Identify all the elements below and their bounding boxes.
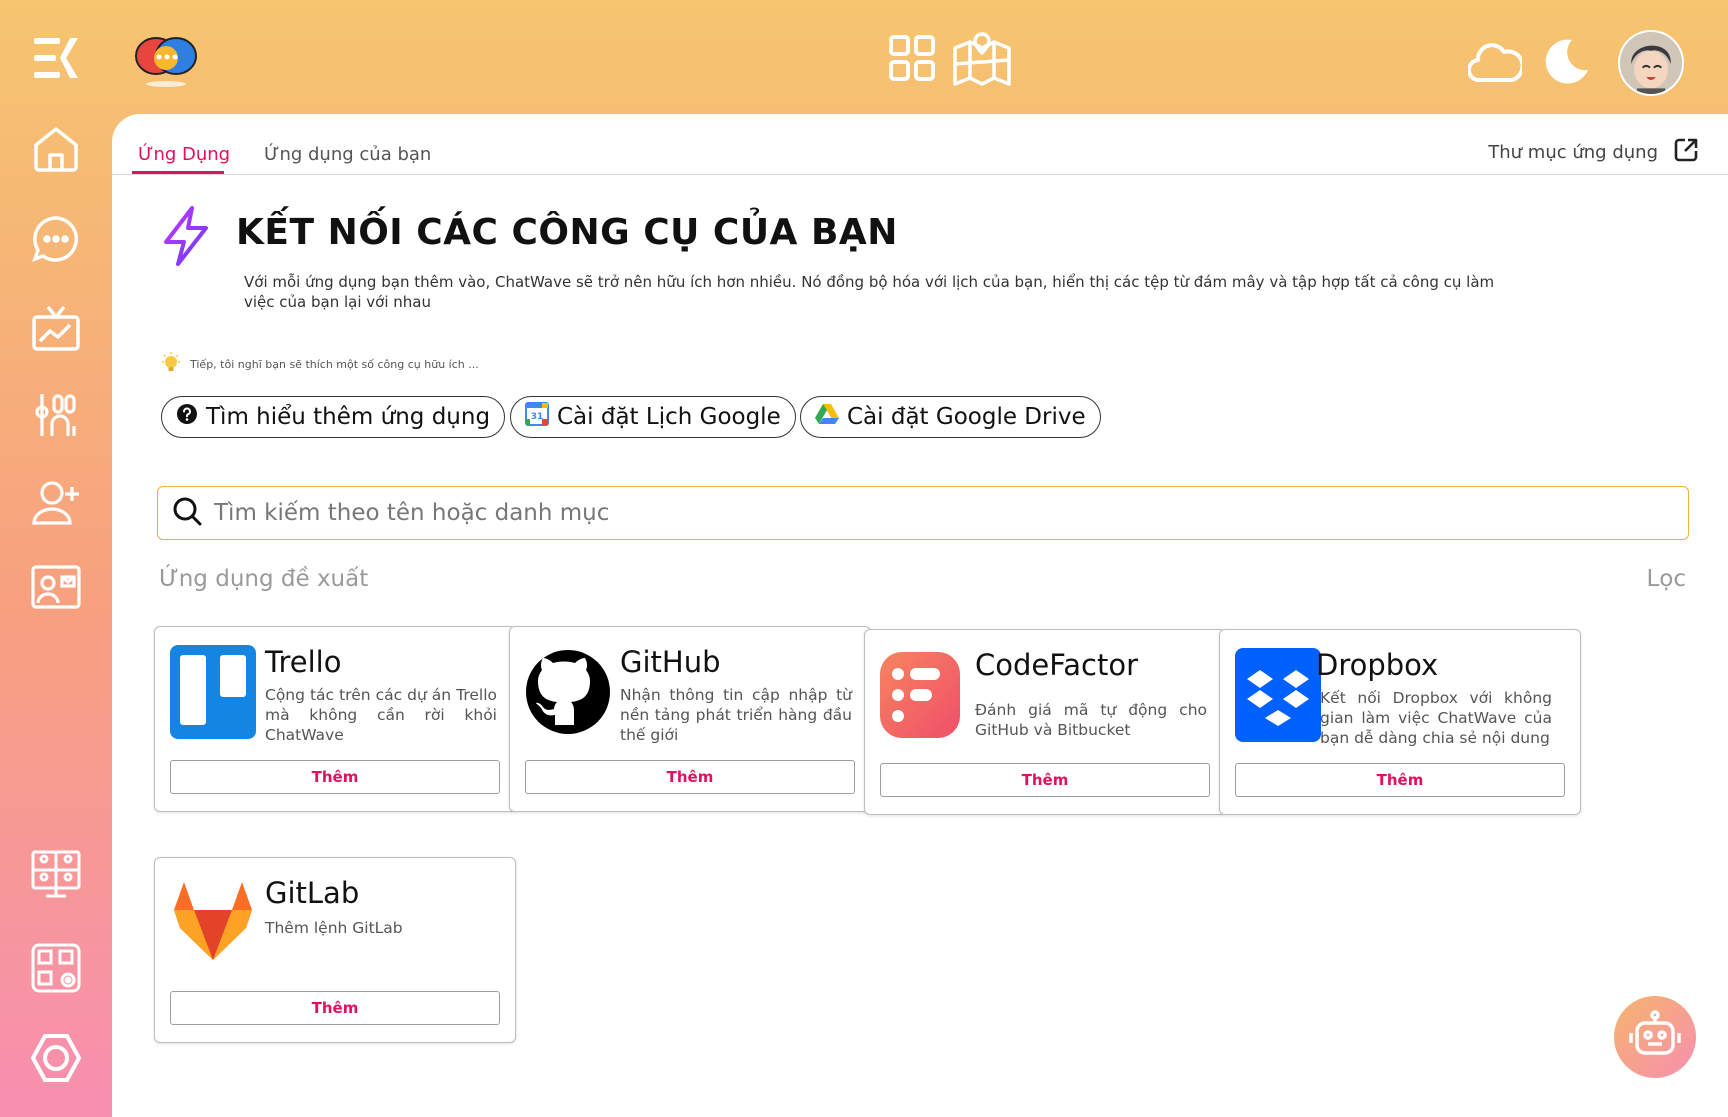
- hexagon-icon[interactable]: [28, 1030, 84, 1086]
- codefactor-icon: [880, 648, 966, 742]
- setup-google-drive-button[interactable]: Cài đặt Google Drive: [800, 396, 1101, 438]
- svg-text:31: 31: [531, 412, 544, 422]
- cloud-icon[interactable]: [1468, 36, 1522, 86]
- main-panel: Ứng Dụng Ứng dụng của bạn Thư mục ứng dụ…: [112, 114, 1728, 1117]
- app-card-codefactor: CodeFactor Đánh giá mã tự động cho GitHu…: [864, 629, 1226, 815]
- app-name: GitLab: [265, 876, 360, 910]
- dark-mode-moon-icon[interactable]: [1542, 36, 1590, 84]
- trello-icon: [170, 645, 256, 739]
- github-icon: [525, 645, 611, 739]
- qr-settings-icon[interactable]: [28, 940, 84, 996]
- add-codefactor-button[interactable]: Thêm: [880, 763, 1210, 797]
- contact-card-icon[interactable]: [28, 559, 84, 615]
- robot-icon: [1627, 1007, 1683, 1067]
- add-trello-button[interactable]: Thêm: [170, 760, 500, 794]
- app-name: CodeFactor: [975, 648, 1139, 682]
- active-tab-indicator: [132, 171, 224, 174]
- menu-toggle-icon[interactable]: [28, 30, 84, 86]
- app-description: Thêm lệnh GitLab: [265, 919, 403, 937]
- home-icon[interactable]: [28, 121, 84, 177]
- dropbox-icon: [1235, 648, 1321, 742]
- gitlab-icon: [170, 876, 256, 970]
- google-drive-icon: [815, 403, 839, 431]
- lightbulb-icon: [160, 352, 182, 377]
- map-icon[interactable]: [952, 30, 1012, 88]
- top-bar: [112, 0, 1728, 114]
- app-card-github: GitHub Nhận thông tin cập nhập từ nền tả…: [509, 626, 871, 812]
- google-calendar-icon: 31: [525, 402, 549, 432]
- tab-apps[interactable]: Ứng Dụng: [138, 144, 230, 165]
- sidebar: [0, 0, 112, 1117]
- app-name: GitHub: [620, 645, 721, 679]
- page-description: Với mỗi ứng dụng bạn thêm vào, ChatWave …: [244, 273, 1495, 311]
- filter-button[interactable]: Lọc: [1646, 566, 1686, 592]
- app-directory-link[interactable]: Thư mục ứng dụng: [1488, 136, 1700, 169]
- add-github-button[interactable]: Thêm: [525, 760, 855, 794]
- search-box[interactable]: [157, 486, 1689, 540]
- chat-icon[interactable]: [28, 211, 84, 267]
- app-card-dropbox: Dropbox Kết nối Dropbox với không gian l…: [1219, 629, 1581, 815]
- app-card-trello: Trello Cộng tác trên các dự án Trello mà…: [154, 626, 516, 812]
- page-title: KẾT NỐI CÁC CÔNG CỤ CỦA BẠN: [236, 212, 898, 253]
- app-description: Đánh giá mã tự động cho GitHub và Bitbuc…: [975, 701, 1207, 739]
- app-description: Cộng tác trên các dự án Trello mà không …: [265, 686, 497, 744]
- search-input[interactable]: [214, 500, 1614, 526]
- tip-text: Tiếp, tôi nghĩ bạn sẽ thích một số công …: [190, 358, 479, 371]
- add-dropbox-button[interactable]: Thêm: [1235, 763, 1565, 797]
- learn-more-apps-button[interactable]: Tìm hiểu thêm ứng dụng: [161, 396, 506, 438]
- external-link-icon: [1672, 136, 1700, 169]
- tip-line: Tiếp, tôi nghĩ bạn sẽ thích một số công …: [160, 352, 479, 377]
- setup-google-drive-label: Cài đặt Google Drive: [847, 404, 1086, 430]
- app-directory-label: Thư mục ứng dụng: [1488, 142, 1658, 163]
- tab-bar: Ứng Dụng Ứng dụng của bạn Thư mục ứng dụ…: [112, 114, 1728, 175]
- settings-sliders-icon[interactable]: [28, 388, 84, 444]
- suggested-apps-label: Ứng dụng đề xuất: [159, 566, 369, 592]
- app-description: Kết nối Dropbox với không gian làm việc …: [1320, 689, 1552, 747]
- chatbot-button[interactable]: [1614, 996, 1696, 1078]
- app-description: Nhận thông tin cập nhập từ nền tảng phát…: [620, 686, 852, 744]
- lightning-icon: [158, 204, 214, 272]
- grid-apps-icon[interactable]: [888, 34, 936, 82]
- live-stream-icon[interactable]: [28, 301, 84, 357]
- user-avatar[interactable]: [1618, 30, 1684, 96]
- app-card-gitlab: GitLab Thêm lệnh GitLab Thêm: [154, 857, 516, 1043]
- app-name: Dropbox: [1316, 648, 1439, 682]
- help-icon: [176, 403, 198, 431]
- learn-more-apps-label: Tìm hiểu thêm ứng dụng: [206, 404, 491, 430]
- app-name: Trello: [265, 645, 342, 679]
- add-gitlab-button[interactable]: Thêm: [170, 991, 500, 1025]
- setup-google-calendar-label: Cài đặt Lịch Google: [557, 404, 781, 430]
- setup-google-calendar-button[interactable]: 31 Cài đặt Lịch Google: [510, 396, 796, 438]
- add-user-icon[interactable]: [28, 475, 84, 531]
- meeting-screen-icon[interactable]: [28, 846, 84, 902]
- chatwave-logo-icon[interactable]: [132, 30, 200, 90]
- search-icon: [172, 496, 202, 530]
- tab-your-apps[interactable]: Ứng dụng của bạn: [264, 144, 431, 165]
